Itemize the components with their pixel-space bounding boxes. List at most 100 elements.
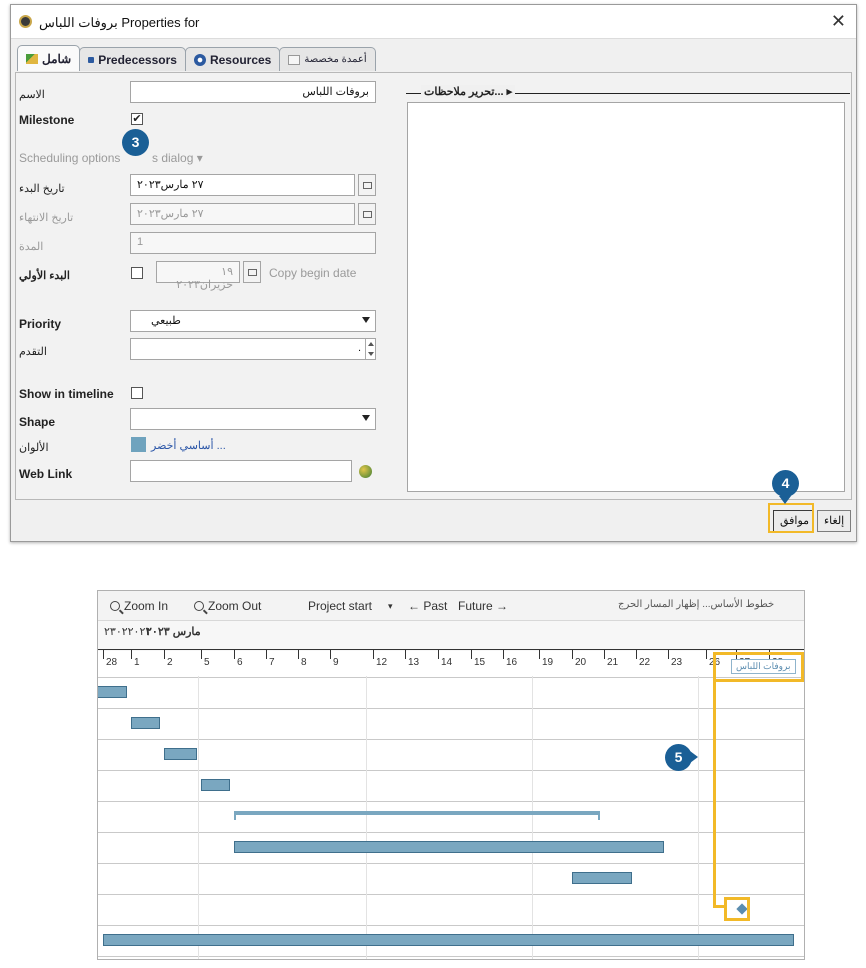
copy-begin-date-label: Copy begin date — [269, 266, 357, 280]
gantt-toolbar: Zoom In Zoom Out Project start ▾ ← Past … — [98, 591, 804, 621]
show-in-timeline-label: Show in timeline — [19, 387, 114, 401]
day-label: 7 — [269, 657, 275, 668]
early-start-checkbox[interactable] — [131, 267, 143, 279]
predecessor-arrow-icon — [88, 56, 95, 63]
progress-value: . — [357, 342, 361, 354]
gantt-chart: Zoom In Zoom Out Project start ▾ ← Past … — [97, 590, 805, 960]
priority-value: طبيعي — [151, 315, 181, 327]
tab-resources[interactable]: Resources — [184, 47, 281, 71]
day-tick — [266, 649, 267, 659]
week-gridline — [532, 676, 533, 959]
ok-button-highlight — [768, 503, 814, 533]
day-tick — [131, 649, 132, 659]
milestone-label-highlight — [713, 652, 804, 682]
tab-resources-label: Resources — [209, 52, 272, 67]
spinner-arrows-icon[interactable] — [365, 339, 375, 359]
day-tick — [164, 649, 165, 659]
globe-icon[interactable] — [359, 465, 372, 478]
web-link-field[interactable] — [130, 460, 352, 482]
week-gridline — [698, 676, 699, 959]
scheduling-dialog-link[interactable]: s dialog ▾ — [152, 151, 203, 165]
day-label: 8 — [301, 657, 307, 668]
milestone-highlight — [724, 897, 750, 921]
day-label: 19 — [542, 657, 554, 668]
day-tick — [405, 649, 406, 659]
month-code-label: ٢٣٠٢٢٠٢٣ — [104, 626, 152, 638]
tab-predecessors[interactable]: Predecessors — [79, 47, 186, 71]
task-bar[interactable] — [131, 717, 160, 729]
day-tick — [636, 649, 637, 659]
chevron-down-icon — [362, 415, 370, 421]
day-label: 20 — [575, 657, 587, 668]
day-label: 9 — [333, 657, 339, 668]
show-in-timeline-checkbox[interactable] — [131, 387, 143, 399]
duration-field[interactable]: 1 — [130, 232, 376, 254]
tab-general[interactable]: شامل — [17, 45, 81, 71]
day-tick — [572, 649, 573, 659]
start-date-field[interactable]: ٢٧ مارس٢٠٢٣ — [130, 174, 355, 196]
priority-label: Priority — [19, 317, 62, 331]
critical-path-baselines-links[interactable]: خطوط الأساس... إظهار المسار الحرج — [618, 599, 774, 610]
early-start-field[interactable]: ١٩ حزيران٢٠٢٣ — [156, 261, 240, 291]
early-start-picker-button[interactable] — [243, 261, 261, 283]
start-date-picker-button[interactable] — [358, 174, 376, 196]
chevron-down-icon[interactable]: ▾ — [388, 601, 393, 612]
day-tick — [201, 649, 202, 659]
highlight-connector-line — [713, 680, 716, 908]
project-start-button[interactable]: Project start — [308, 599, 372, 613]
notes-textarea[interactable] — [407, 102, 845, 492]
priority-select[interactable]: طبيعي — [130, 310, 376, 332]
scheduling-options-label: Scheduling options — [19, 151, 121, 165]
milestone-checkbox[interactable]: ✔ — [131, 113, 143, 125]
task-bar[interactable] — [234, 841, 664, 853]
resources-icon — [193, 53, 206, 66]
cancel-button[interactable]: إلغاء — [817, 510, 851, 532]
end-date-label: تاريخ الانتهاء — [19, 212, 74, 224]
zoom-in-label: Zoom In — [124, 599, 169, 613]
day-label: 16 — [506, 657, 518, 668]
color-swatch[interactable] — [131, 437, 146, 452]
day-label: 14 — [441, 657, 453, 668]
calendar-icon — [247, 268, 257, 276]
edit-icon — [26, 53, 38, 64]
day-label: 1 — [134, 657, 140, 668]
day-label: 2 — [167, 657, 173, 668]
week-gridline — [366, 676, 367, 959]
shape-label: Shape — [19, 415, 56, 429]
task-bar[interactable] — [98, 686, 127, 698]
dialog-titlebar: بروفات اللباس Properties for ✕ — [11, 5, 856, 39]
day-tick — [330, 649, 331, 659]
start-date-label: تاريخ البدء — [19, 183, 65, 195]
tab-predecessors-label: Predecessors — [98, 52, 177, 67]
name-field[interactable]: بروفات اللباس — [130, 81, 376, 103]
close-button[interactable]: ✕ — [831, 11, 846, 32]
day-tick — [604, 649, 605, 659]
end-date-picker-button[interactable] — [358, 203, 376, 225]
zoom-in-button[interactable]: Zoom In — [110, 599, 168, 613]
step-badge-5-pointer — [690, 751, 704, 763]
step-badge-3: 3 — [122, 129, 149, 156]
past-button[interactable]: ← Past — [408, 599, 447, 613]
tab-custom-columns-label: أعمدة مخصصة — [304, 54, 367, 65]
task-bar[interactable] — [164, 748, 197, 760]
future-button[interactable]: Future → — [458, 599, 508, 613]
milestone-label: Milestone — [19, 113, 75, 127]
day-tick — [438, 649, 439, 659]
tab-strip: شامل Predecessors Resources أعمدة مخصصة — [17, 45, 376, 73]
table-icon — [288, 54, 301, 65]
tab-custom-columns[interactable]: أعمدة مخصصة — [279, 47, 376, 71]
progress-spinner[interactable]: . — [130, 338, 376, 360]
day-label: 12 — [376, 657, 388, 668]
web-link-label: Web Link — [19, 467, 73, 481]
task-properties-dialog: بروفات اللباس Properties for ✕ شامل Pred… — [10, 4, 857, 542]
step-badge-4-pointer — [779, 496, 791, 504]
notes-edit-link[interactable]: تحرير ملاحظات... ▸ — [421, 85, 516, 98]
end-date-field[interactable]: ٢٧ مارس٢٠٢٣ — [130, 203, 355, 225]
shape-select[interactable] — [130, 408, 376, 430]
summary-bar[interactable] — [234, 811, 600, 820]
task-bar[interactable] — [572, 872, 632, 884]
color-name-link[interactable]: أساسي أخضر ... — [151, 439, 226, 452]
task-bar[interactable] — [103, 934, 794, 946]
zoom-out-button[interactable]: Zoom Out — [194, 599, 261, 613]
task-bar[interactable] — [201, 779, 230, 791]
